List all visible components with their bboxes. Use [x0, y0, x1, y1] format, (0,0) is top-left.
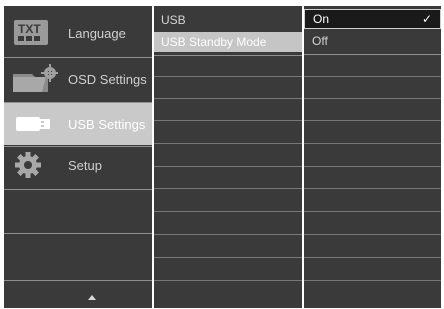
menu-item-label: Language	[68, 25, 126, 41]
divider	[304, 257, 441, 258]
divider	[154, 98, 302, 99]
option-label: On	[313, 12, 330, 26]
divider	[154, 55, 302, 56]
divider	[304, 211, 441, 212]
divider	[4, 233, 152, 234]
menu-item-language[interactable]: TXT Language	[4, 12, 152, 54]
option-off[interactable]: Off	[304, 31, 441, 51]
checkmark-icon: ✓	[421, 12, 432, 26]
divider	[304, 54, 441, 55]
submenu-item-label: USB Standby Mode	[161, 35, 267, 49]
divider	[304, 280, 441, 281]
submenu-panel: USB USB Standby Mode	[154, 6, 302, 308]
divider	[4, 280, 152, 281]
divider	[154, 280, 302, 281]
divider	[304, 98, 441, 99]
divider	[154, 234, 302, 235]
divider	[154, 257, 302, 258]
submenu-item-usb[interactable]: USB	[154, 10, 302, 30]
osd-menu: TXT Language OSD Settings USB Settings S…	[4, 6, 441, 308]
divider	[304, 143, 441, 144]
txt-icon: TXT	[10, 18, 58, 48]
divider	[154, 120, 302, 121]
divider	[154, 188, 302, 189]
menu-item-label: OSD Settings	[68, 71, 147, 87]
divider	[154, 143, 302, 144]
divider	[154, 166, 302, 167]
divider	[304, 76, 441, 77]
submenu-item-label: USB	[161, 13, 186, 27]
svg-text:TXT: TXT	[18, 22, 41, 36]
divider	[304, 120, 441, 121]
menu-item-label: Setup	[68, 157, 102, 173]
divider	[154, 211, 302, 212]
options-panel: On ✓ Off	[304, 6, 441, 308]
gear-icon	[10, 150, 58, 180]
divider	[304, 188, 441, 189]
scroll-up-arrow-icon[interactable]	[88, 295, 96, 300]
divider	[4, 189, 152, 190]
option-on[interactable]: On ✓	[304, 9, 441, 29]
menu-item-label: USB Settings	[68, 116, 146, 132]
menu-item-setup[interactable]: Setup	[4, 144, 152, 186]
usb-icon	[10, 109, 58, 139]
divider	[304, 166, 441, 167]
osd-settings-icon	[10, 64, 59, 94]
divider	[304, 234, 441, 235]
menu-item-osd-settings[interactable]: OSD Settings	[4, 58, 152, 100]
option-label: Off	[312, 34, 328, 48]
submenu-item-usb-standby-mode[interactable]: USB Standby Mode	[154, 32, 302, 52]
menu-item-usb-settings[interactable]: USB Settings	[4, 103, 152, 145]
divider	[154, 76, 302, 77]
main-menu-panel: TXT Language OSD Settings USB Settings S…	[4, 6, 152, 308]
